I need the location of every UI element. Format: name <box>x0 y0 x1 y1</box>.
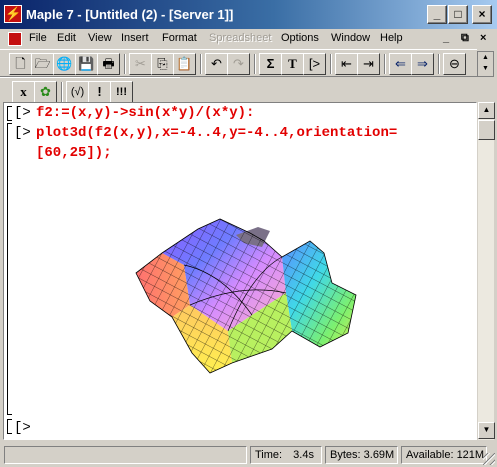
menu-view[interactable]: View <box>88 32 112 44</box>
time-value: 3.4s <box>293 449 314 461</box>
menu-window[interactable]: Window <box>331 32 370 44</box>
print-icon[interactable]: 🖶 <box>97 53 120 75</box>
prompt-marker: [> <box>14 420 31 436</box>
toolbar-scroll-arrows[interactable]: ▲ ▼ <box>477 51 494 77</box>
group-bracket <box>7 123 12 415</box>
plot3d-surface[interactable] <box>132 213 362 383</box>
window-title: Maple 7 - [Untitled (2) - [Server 1]] <box>26 7 234 22</box>
stop-icon[interactable]: ⊖ <box>443 53 466 75</box>
toolbar-separator <box>254 54 256 74</box>
new-file-icon[interactable]: 🗋 <box>9 53 32 75</box>
time-label: Time: <box>255 449 283 461</box>
cut-icon[interactable]: ✂ <box>129 53 152 75</box>
menu-help[interactable]: Help <box>380 32 403 44</box>
toolbar-separator <box>200 54 202 74</box>
save-icon[interactable]: 💾 <box>75 53 98 75</box>
bytes-label: Bytes: <box>330 449 361 461</box>
scroll-up-icon[interactable]: ▲ <box>478 52 493 63</box>
command-line[interactable]: f2:=(x,y)->sin(x*y)/(x*y): <box>36 105 254 121</box>
toolbar-separator <box>438 54 440 74</box>
scroll-thumb[interactable] <box>478 120 495 140</box>
back-arrow-icon[interactable]: ⇐ <box>389 53 412 75</box>
maple-leaf-button-icon[interactable]: ✿ <box>34 81 57 103</box>
open-folder-icon[interactable]: 🗁 <box>31 53 54 75</box>
indent-right-icon[interactable]: ⇥ <box>357 53 380 75</box>
minimize-button[interactable]: _ <box>427 5 447 24</box>
math-input-icon[interactable]: Σ <box>259 53 282 75</box>
undo-icon[interactable]: ↶ <box>205 53 228 75</box>
resize-grip-icon[interactable] <box>483 453 495 465</box>
prompt-marker: [> <box>14 125 31 141</box>
forward-arrow-icon[interactable]: ⇒ <box>411 53 434 75</box>
open-url-icon[interactable]: 🌐 <box>53 53 76 75</box>
toolbar-separator <box>61 82 63 102</box>
scroll-up-icon[interactable]: ▲ <box>478 102 495 119</box>
available-value: 121M <box>456 449 485 461</box>
scroll-down-icon[interactable]: ▼ <box>478 63 493 74</box>
menu-insert[interactable]: Insert <box>121 32 149 44</box>
toolbar-separator <box>384 54 386 74</box>
context-toolbar: x ✿ (√) ! !!! <box>0 77 180 105</box>
doc-restore-icon[interactable]: ⧉ <box>461 32 469 45</box>
close-button[interactable]: × <box>472 5 492 24</box>
expression-button[interactable]: (√) <box>66 81 89 103</box>
command-line[interactable]: [60,25]); <box>36 145 112 161</box>
menu-file[interactable]: File <box>29 32 47 44</box>
execute-all-button[interactable]: !!! <box>110 81 133 103</box>
doc-close-icon[interactable]: × <box>480 32 486 44</box>
toolbar-separator <box>330 54 332 74</box>
available-label: Available: <box>406 449 454 461</box>
redo-icon[interactable]: ↷ <box>227 53 250 75</box>
text-input-icon[interactable]: T <box>281 53 304 75</box>
main-toolbar: 🗋 🗁 🌐 💾 🖶 ✂ ⎘ 📋 ↶ ↷ Σ T [> ⇤ ⇥ ⇐ ⇒ ⊖ <box>0 49 477 77</box>
command-line[interactable]: plot3d(f2(x,y),x=-4..4,y=-4..4,orientati… <box>36 125 397 141</box>
menu-format[interactable]: Format <box>162 32 197 44</box>
menu-spreadsheet[interactable]: Spreadsheet <box>209 32 271 44</box>
status-bar: Time: 3.4s Bytes: 3.69M Available: 121M <box>0 443 497 467</box>
status-available: Available: 121M <box>401 446 487 464</box>
bytes-value: 3.69M <box>363 449 395 461</box>
maple-leaf-icon[interactable]: ⚡ <box>4 5 22 23</box>
menu-bar: File Edit View Insert Format Spreadsheet… <box>0 29 497 49</box>
menu-edit[interactable]: Edit <box>57 32 76 44</box>
title-bar: ⚡ Maple 7 - [Untitled (2) - [Server 1]] … <box>0 0 497 29</box>
prompt-marker: [> <box>14 105 31 121</box>
paste-icon[interactable]: 📋 <box>173 53 196 75</box>
maximize-button[interactable]: □ <box>448 5 468 24</box>
x-math-button[interactable]: x <box>12 81 35 103</box>
group-bracket <box>7 419 12 434</box>
worksheet[interactable]: [> f2:=(x,y)->sin(x*y)/(x*y): [> plot3d(… <box>3 102 477 440</box>
status-message <box>4 446 247 464</box>
status-time: Time: 3.4s <box>250 446 322 464</box>
scroll-down-icon[interactable]: ▼ <box>478 422 495 439</box>
menu-options[interactable]: Options <box>281 32 319 44</box>
indent-left-icon[interactable]: ⇤ <box>335 53 358 75</box>
doc-minimize-icon[interactable]: _ <box>443 32 449 44</box>
status-bytes: Bytes: 3.69M <box>325 446 398 464</box>
copy-icon[interactable]: ⎘ <box>151 53 174 75</box>
group-bracket <box>7 106 12 121</box>
vertical-scrollbar[interactable]: ▲ ▼ <box>477 102 495 440</box>
execute-button[interactable]: ! <box>88 81 111 103</box>
toolbar-separator <box>124 54 126 74</box>
document-icon[interactable] <box>8 32 22 46</box>
execution-group-icon[interactable]: [> <box>303 53 326 75</box>
